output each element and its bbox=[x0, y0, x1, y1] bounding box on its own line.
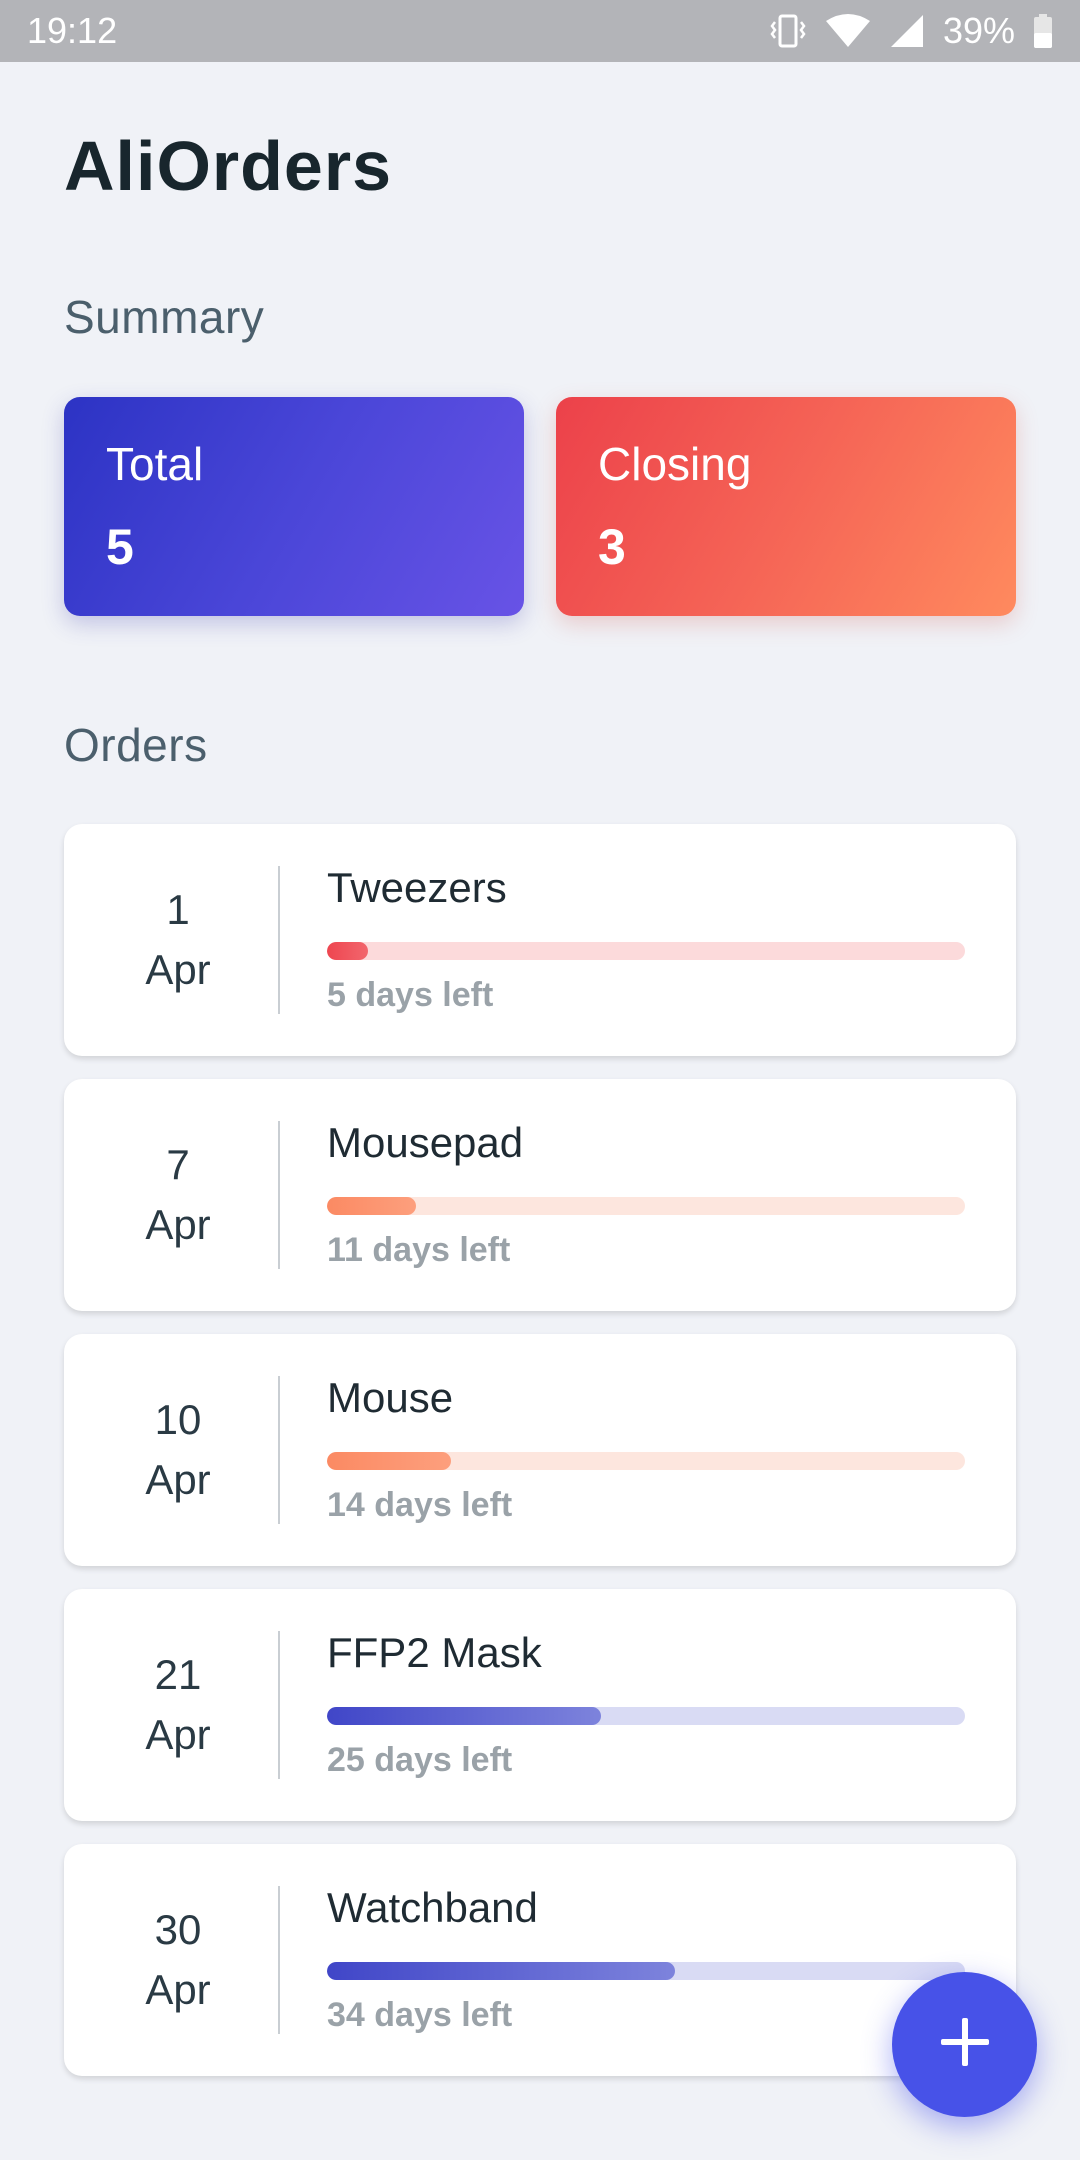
order-name: Mouse bbox=[327, 1374, 454, 1421]
order-month: Apr bbox=[145, 1201, 211, 1248]
progress-fill bbox=[327, 1962, 675, 1980]
closing-card[interactable]: Closing 3 bbox=[556, 397, 1016, 616]
total-label: Total bbox=[106, 438, 204, 490]
days-left: 5 days left bbox=[327, 976, 494, 1014]
order-day: 21 bbox=[154, 1651, 202, 1698]
progress-bar bbox=[327, 942, 965, 960]
add-order-button[interactable] bbox=[892, 1972, 1037, 2117]
battery-percent: 39% bbox=[942, 10, 1015, 51]
order-day: 30 bbox=[154, 1906, 202, 1953]
days-left: 11 days left bbox=[327, 1231, 511, 1269]
order-name: Watchband bbox=[327, 1884, 538, 1931]
order-card-mouse[interactable]: 10 Apr Mouse 14 days left bbox=[64, 1334, 1016, 1566]
progress-fill bbox=[327, 1197, 417, 1215]
order-name: Tweezers bbox=[327, 864, 507, 911]
closing-value: 3 bbox=[598, 519, 626, 575]
progress-fill bbox=[327, 942, 369, 960]
progress-fill bbox=[327, 1452, 452, 1470]
divider bbox=[278, 1886, 280, 2034]
status-icons: 39% bbox=[769, 10, 1053, 52]
vibrate-icon bbox=[769, 13, 807, 49]
order-date: 30 Apr bbox=[64, 1844, 292, 2076]
order-date: 1 Apr bbox=[64, 824, 292, 1056]
progress-bar bbox=[327, 1452, 965, 1470]
order-day: 1 bbox=[166, 886, 190, 933]
days-left: 25 days left bbox=[327, 1741, 513, 1779]
progress-bar bbox=[327, 1962, 965, 1980]
days-left: 14 days left bbox=[327, 1486, 513, 1524]
status-bar: 19:12 39% bbox=[0, 0, 1080, 62]
order-date: 7 Apr bbox=[64, 1079, 292, 1311]
days-left: 34 days left bbox=[327, 1996, 513, 2034]
order-card-mousepad[interactable]: 7 Apr Mousepad 11 days left bbox=[64, 1079, 1016, 1311]
order-month: Apr bbox=[145, 1966, 211, 2013]
order-name: FFP2 Mask bbox=[327, 1629, 542, 1676]
order-date: 21 Apr bbox=[64, 1589, 292, 1821]
divider bbox=[278, 1376, 280, 1524]
divider bbox=[278, 1631, 280, 1779]
closing-label: Closing bbox=[598, 438, 752, 490]
plus-icon bbox=[939, 2016, 991, 2073]
order-card-watchband[interactable]: 30 Apr Watchband 34 days left bbox=[64, 1844, 1016, 2076]
orders-heading: Orders bbox=[64, 719, 208, 771]
total-card[interactable]: Total 5 bbox=[64, 397, 524, 616]
summary-heading: Summary bbox=[64, 291, 265, 343]
order-card-tweezers[interactable]: 1 Apr Tweezers 5 days left bbox=[64, 824, 1016, 1056]
order-day: 7 bbox=[166, 1141, 190, 1188]
total-value: 5 bbox=[106, 519, 134, 575]
battery-icon bbox=[1033, 13, 1053, 49]
order-card-ffp2-mask[interactable]: 21 Apr FFP2 Mask 25 days left bbox=[64, 1589, 1016, 1821]
progress-fill bbox=[327, 1707, 602, 1725]
order-day: 10 bbox=[154, 1396, 202, 1443]
order-month: Apr bbox=[145, 1711, 211, 1758]
progress-bar bbox=[327, 1197, 965, 1215]
progress-bar bbox=[327, 1707, 965, 1725]
wifi-icon bbox=[825, 13, 871, 49]
order-name: Mousepad bbox=[327, 1119, 524, 1166]
divider bbox=[278, 1121, 280, 1269]
app-title: AliOrders bbox=[64, 127, 392, 205]
divider bbox=[278, 866, 280, 1014]
signal-icon bbox=[889, 13, 925, 49]
order-month: Apr bbox=[145, 946, 211, 993]
order-month: Apr bbox=[145, 1456, 211, 1503]
order-date: 10 Apr bbox=[64, 1334, 292, 1566]
status-time: 19:12 bbox=[27, 10, 118, 51]
